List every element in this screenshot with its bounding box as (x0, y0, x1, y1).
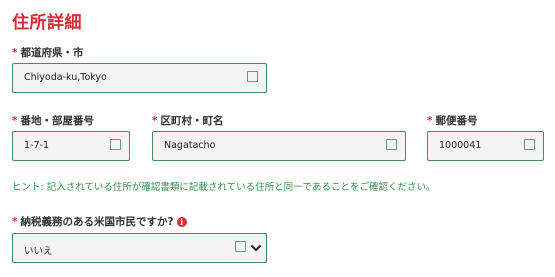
required-marker: * (152, 115, 158, 127)
prefecture-city-input[interactable]: Chiyoda-ku,Tokyo (12, 63, 267, 93)
section-title: 住所詳細 (12, 13, 82, 33)
checkbox-square-icon (235, 241, 246, 252)
block-room-value: 1-7-1 (24, 140, 49, 151)
checkbox-square-icon (386, 139, 397, 150)
prefecture-city-value: Chiyoda-ku,Tokyo (24, 72, 107, 83)
required-marker: * (12, 47, 18, 59)
chevron-down-icon[interactable] (251, 244, 261, 252)
required-marker: * (12, 115, 18, 127)
prefecture-city-label-text: 都道府県・市 (20, 47, 84, 59)
block-room-input[interactable]: 1-7-1 (12, 131, 130, 161)
info-icon[interactable]: i (176, 217, 187, 227)
us-taxpayer-label: * 納税義務のある米国市民ですか? i (12, 214, 187, 229)
block-room-label: * 番地・部屋番号 (12, 113, 94, 128)
postal-code-label: * 郵便番号 (427, 113, 478, 128)
address-hint: ヒント: 記入されている住所が確認書類に記載されている住所と同一であることをご確… (12, 182, 436, 193)
postal-code-label-text: 郵便番号 (435, 115, 478, 127)
checkbox-square-icon (247, 71, 258, 82)
prefecture-city-label: * 都道府県・市 (12, 45, 84, 60)
required-marker: * (12, 216, 18, 228)
block-room-label-text: 番地・部屋番号 (20, 115, 95, 127)
ward-town-label: * 区町村・町名 (152, 113, 224, 128)
us-taxpayer-selected-value: いいえ (24, 246, 53, 257)
ward-town-input[interactable]: Nagatacho (152, 131, 406, 161)
ward-town-value: Nagatacho (164, 140, 216, 151)
checkbox-square-icon (524, 139, 535, 150)
postal-code-input[interactable]: 1000041 (427, 131, 544, 161)
us-taxpayer-select[interactable]: いいえ (12, 233, 267, 263)
postal-code-value: 1000041 (439, 140, 482, 151)
checkbox-square-icon (110, 139, 121, 150)
required-marker: * (427, 115, 433, 127)
us-taxpayer-label-text: 納税義務のある米国市民ですか? (20, 216, 174, 228)
ward-town-label-text: 区町村・町名 (160, 115, 224, 127)
